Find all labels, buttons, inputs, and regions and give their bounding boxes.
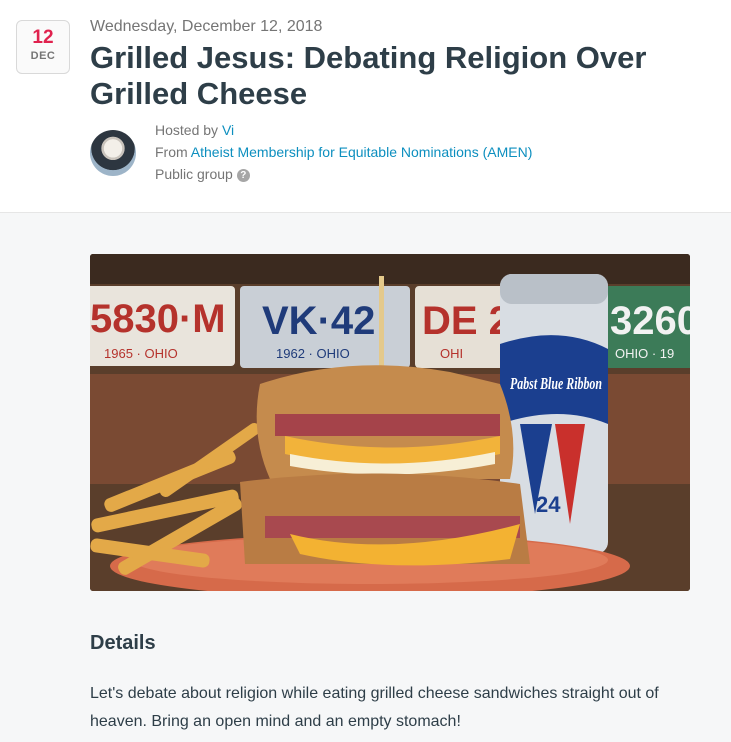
date-badge-day: 12 bbox=[32, 27, 54, 48]
can-number: 24 bbox=[536, 492, 561, 517]
plate-text: OHI bbox=[440, 346, 463, 361]
help-icon[interactable]: ? bbox=[236, 168, 250, 182]
plate-text: VK·42 bbox=[262, 299, 375, 343]
can-label: Pabst Blue Ribbon bbox=[509, 374, 602, 393]
plate-text: 5830·M bbox=[90, 297, 226, 341]
plate-text: OHIO · 19 bbox=[615, 346, 674, 361]
date-badge-month: DEC bbox=[30, 50, 56, 62]
hosted-by-line: Hosted by Vi bbox=[155, 122, 234, 138]
event-title: Grilled Jesus: Debating Religion Over Gr… bbox=[90, 40, 647, 111]
hosted-by-label: Hosted by bbox=[155, 122, 222, 138]
from-label: From bbox=[155, 144, 191, 160]
plate-text: 3260 bbox=[610, 299, 690, 343]
details-description: Let's debate about religion while eating… bbox=[90, 685, 659, 730]
plate-text: 1962 · OHIO bbox=[276, 346, 350, 361]
privacy-label: Public group bbox=[155, 166, 233, 182]
privacy-line: Public group? bbox=[155, 166, 250, 182]
host-name-link[interactable]: Vi bbox=[222, 122, 234, 138]
host-avatar[interactable] bbox=[90, 130, 136, 176]
details-heading: Details bbox=[90, 632, 156, 654]
event-date: Wednesday, December 12, 2018 bbox=[90, 18, 323, 35]
event-header: 12 DEC Wednesday, December 12, 2018 Gril… bbox=[0, 0, 731, 213]
event-photo-illustration: 5830·M 1965 · OHIO VK·42 1962 · OHIO DE … bbox=[90, 254, 690, 591]
plate-text: 1965 · OHIO bbox=[104, 346, 178, 361]
group-name-link[interactable]: Atheist Membership for Equitable Nominat… bbox=[191, 144, 533, 160]
date-badge: 12 DEC bbox=[16, 20, 70, 74]
group-line: From Atheist Membership for Equitable No… bbox=[155, 144, 532, 160]
event-photo: 5830·M 1965 · OHIO VK·42 1962 · OHIO DE … bbox=[90, 254, 690, 591]
plate-text: DE 2 bbox=[422, 299, 511, 343]
